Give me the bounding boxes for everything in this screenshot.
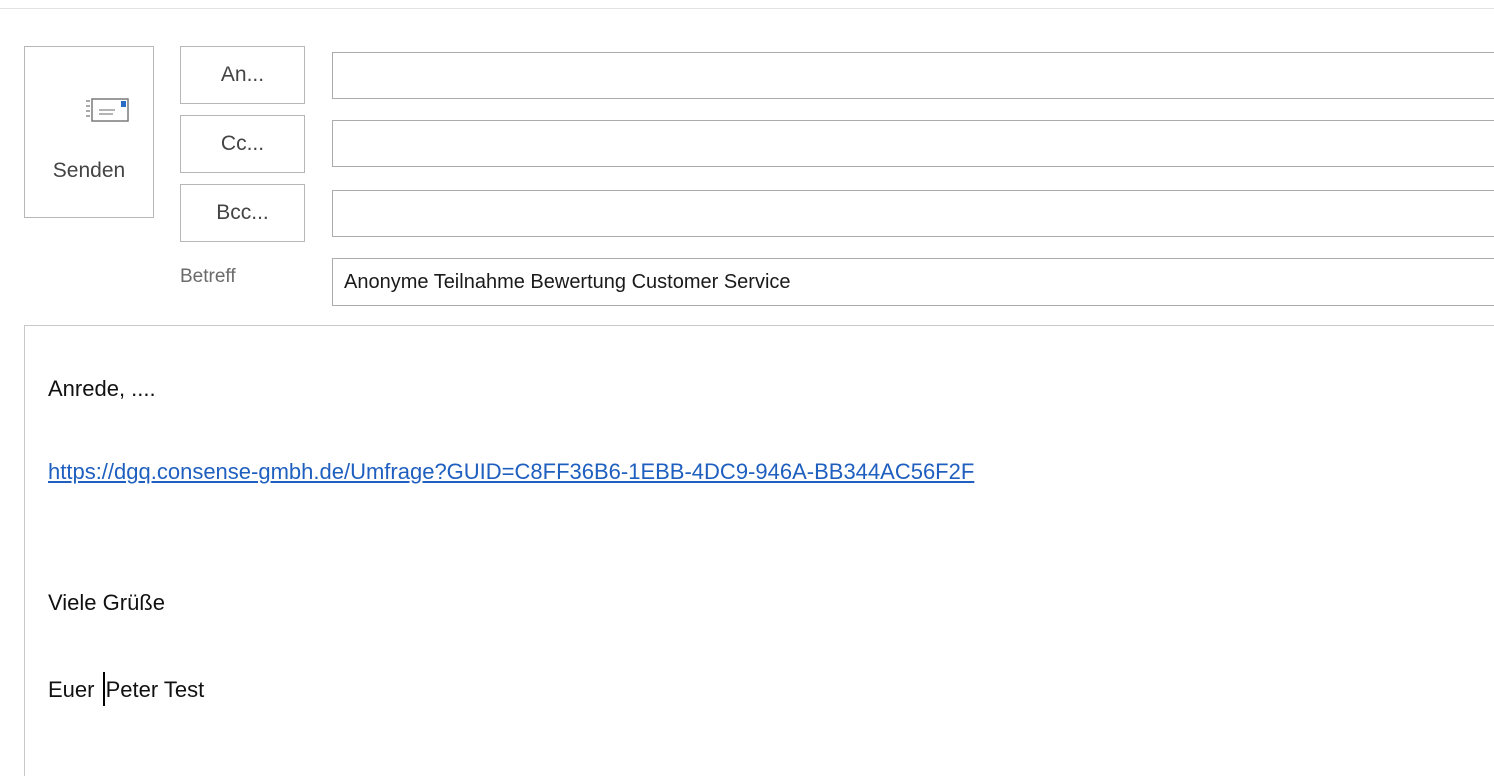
- to-button[interactable]: An...: [180, 46, 305, 104]
- send-label: Senden: [52, 159, 126, 182]
- body-link-line: https://dgq.consense-gmbh.de/Umfrage?GUI…: [48, 459, 974, 485]
- body-greeting: Anrede, ....: [48, 376, 156, 401]
- cc-button[interactable]: Cc...: [180, 115, 305, 173]
- mail-compose-window: Senden An... Cc... Bcc... Betreff Anonym…: [0, 0, 1494, 776]
- subject-field[interactable]: Anonyme Teilnahme Bewertung Customer Ser…: [332, 258, 1494, 306]
- send-envelope-icon: [86, 98, 129, 122]
- cc-field[interactable]: [332, 120, 1494, 167]
- body-closing: Viele Grüße: [48, 590, 165, 615]
- text-cursor: [102, 672, 105, 706]
- bcc-field[interactable]: [332, 190, 1494, 237]
- signature-text-end: Peter Test: [105, 677, 205, 702]
- top-divider: [0, 8, 1494, 9]
- body-signature: Euer Peter Test: [48, 672, 204, 706]
- send-button[interactable]: Senden: [24, 46, 154, 218]
- subject-label: Betreff: [180, 266, 236, 287]
- bcc-button[interactable]: Bcc...: [180, 184, 305, 242]
- survey-link[interactable]: https://dgq.consense-gmbh.de/Umfrage?GUI…: [48, 459, 974, 484]
- to-field[interactable]: [332, 52, 1494, 99]
- message-body[interactable]: Anrede, .... https://dgq.consense-gmbh.d…: [24, 325, 1494, 776]
- signature-text-start: Euer: [48, 677, 101, 702]
